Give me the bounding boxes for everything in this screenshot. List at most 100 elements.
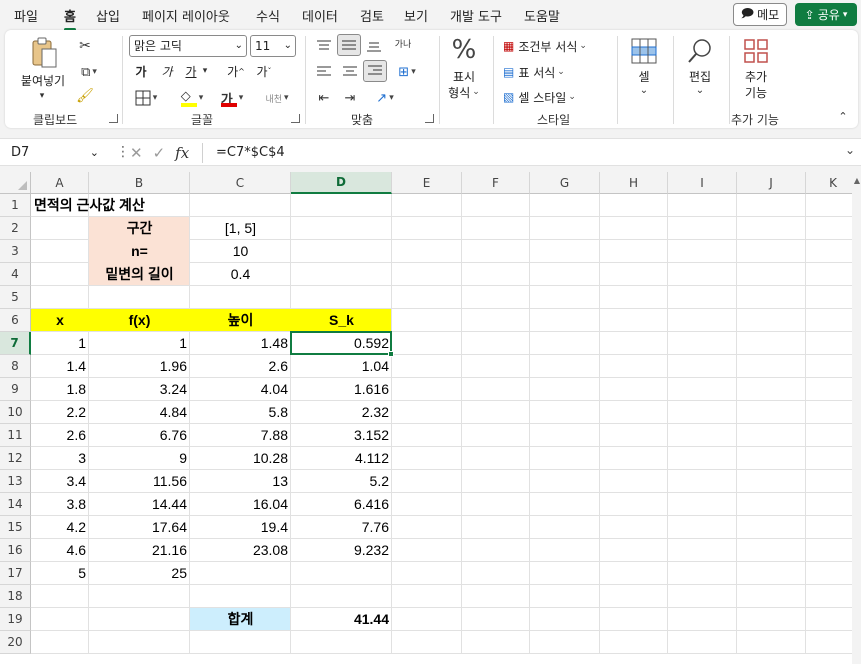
- font-name-select[interactable]: 맑은 고딕 ⌄: [129, 35, 247, 57]
- cells-button[interactable]: 셀: [629, 68, 659, 84]
- row-header-12[interactable]: 12: [0, 447, 31, 470]
- merge-center-icon[interactable]: ⊞ ▾: [391, 62, 423, 82]
- table-cell[interactable]: 9.232: [291, 539, 392, 562]
- tab-developer[interactable]: 개발 도구: [450, 6, 502, 25]
- table-cell[interactable]: 4.84: [89, 401, 190, 424]
- table-cell[interactable]: 5.2: [291, 470, 392, 493]
- table-cell[interactable]: 6.76: [89, 424, 190, 447]
- wrap-text-button[interactable]: 가나: [389, 34, 417, 56]
- increase-indent-icon[interactable]: ⇥: [339, 88, 361, 108]
- table-cell[interactable]: 1.616: [291, 378, 392, 401]
- addins-icon[interactable]: [741, 36, 771, 66]
- table-cell[interactable]: 4.112: [291, 447, 392, 470]
- table-cell[interactable]: 1.4: [31, 355, 89, 378]
- table-header[interactable]: f(x): [89, 309, 190, 332]
- row-header-18[interactable]: 18: [0, 585, 31, 608]
- row-header-3[interactable]: 3: [0, 240, 31, 263]
- align-middle-icon[interactable]: [337, 34, 361, 56]
- number-format-label-1[interactable]: 표시: [447, 68, 481, 84]
- row-header-20[interactable]: 20: [0, 631, 31, 654]
- column-header-g[interactable]: G: [530, 172, 600, 194]
- chevron-down-icon[interactable]: ▾: [199, 62, 211, 80]
- table-cell[interactable]: 7.76: [291, 516, 392, 539]
- param-value[interactable]: 10: [190, 240, 291, 263]
- scroll-up-icon[interactable]: ▲: [854, 176, 860, 185]
- clipboard-launcher-icon[interactable]: [109, 114, 118, 123]
- decrease-indent-icon[interactable]: ⇤: [313, 88, 335, 108]
- row-header-19[interactable]: 19: [0, 608, 31, 631]
- param-label[interactable]: 구간: [89, 217, 190, 240]
- param-value[interactable]: [1, 5]: [190, 217, 291, 240]
- table-cell[interactable]: 3: [31, 447, 89, 470]
- align-left-icon[interactable]: [313, 62, 335, 82]
- table-cell[interactable]: 1: [89, 332, 190, 355]
- select-all-button[interactable]: [0, 172, 31, 194]
- table-cell[interactable]: 3.4: [31, 470, 89, 493]
- tab-help[interactable]: 도움말: [524, 6, 560, 25]
- table-cell[interactable]: 3.8: [31, 493, 89, 516]
- font-color-icon[interactable]: 가 ▾: [215, 88, 249, 108]
- table-cell[interactable]: 1.04: [291, 355, 392, 378]
- column-header-a[interactable]: A: [31, 172, 89, 194]
- format-painter-icon[interactable]: 🖌: [75, 86, 95, 106]
- row-header-4[interactable]: 4: [0, 263, 31, 286]
- table-cell[interactable]: 2.6: [31, 424, 89, 447]
- table-header[interactable]: x: [31, 309, 89, 332]
- table-cell[interactable]: 2.32: [291, 401, 392, 424]
- cut-icon[interactable]: ✂: [75, 36, 95, 56]
- addins-label-1[interactable]: 추가: [739, 68, 773, 84]
- vertical-scrollbar[interactable]: ▲: [852, 172, 861, 664]
- grow-font-button[interactable]: 가 ^: [225, 62, 247, 80]
- param-label[interactable]: n=: [89, 240, 190, 263]
- total-label[interactable]: 합계: [190, 608, 291, 631]
- chevron-down-icon[interactable]: ⌄: [693, 84, 707, 96]
- table-header[interactable]: 높이: [190, 309, 291, 332]
- name-box[interactable]: D7 ⌄: [5, 142, 105, 164]
- table-cell[interactable]: 3.152: [291, 424, 392, 447]
- paste-icon[interactable]: [29, 36, 59, 70]
- row-header-6[interactable]: 6: [0, 309, 31, 332]
- shrink-font-button[interactable]: 가ˇ: [253, 62, 275, 80]
- table-cell[interactable]: 7.88: [190, 424, 291, 447]
- column-header-h[interactable]: H: [600, 172, 668, 194]
- row-header-16[interactable]: 16: [0, 539, 31, 562]
- underline-button[interactable]: 가: [183, 62, 199, 80]
- row-header-13[interactable]: 13: [0, 470, 31, 493]
- param-value[interactable]: 0.4: [190, 263, 291, 286]
- row-header-7[interactable]: 7: [0, 332, 31, 355]
- table-cell[interactable]: 4.6: [31, 539, 89, 562]
- fill-color-icon[interactable]: ◇ ▾: [175, 88, 209, 108]
- tab-home[interactable]: 홈: [64, 6, 76, 31]
- formula-input[interactable]: =C7*$C$4: [216, 143, 285, 163]
- table-cell[interactable]: 1: [31, 332, 89, 355]
- column-header-f[interactable]: F: [462, 172, 530, 194]
- sheet-title[interactable]: 면적의 근사값 계산: [31, 194, 148, 217]
- table-cell[interactable]: 4.2: [31, 516, 89, 539]
- memo-button[interactable]: 🗩 메모: [733, 3, 787, 26]
- table-cell[interactable]: 3.24: [89, 378, 190, 401]
- bold-button[interactable]: 가: [133, 62, 149, 80]
- tab-page-layout[interactable]: 페이지 레이아웃: [142, 6, 230, 25]
- search-icon[interactable]: [685, 36, 715, 66]
- tab-review[interactable]: 검토: [360, 6, 384, 25]
- table-cell[interactable]: 11.56: [89, 470, 190, 493]
- row-header-11[interactable]: 11: [0, 424, 31, 447]
- column-header-d[interactable]: D: [291, 172, 392, 194]
- insert-function-icon[interactable]: fx: [175, 144, 189, 162]
- tab-data[interactable]: 데이터: [302, 6, 338, 25]
- align-right-icon[interactable]: [363, 60, 387, 82]
- table-cell[interactable]: 1.48: [190, 332, 291, 355]
- borders-icon[interactable]: ▾: [131, 88, 161, 108]
- table-cell[interactable]: 21.16: [89, 539, 190, 562]
- table-cell[interactable]: 2.2: [31, 401, 89, 424]
- italic-button[interactable]: 가: [159, 62, 175, 80]
- column-header-c[interactable]: C: [190, 172, 291, 194]
- percent-format-icon[interactable]: %: [447, 34, 481, 66]
- cell-styles-button[interactable]: ▧ 셀 스타일 ⌄: [503, 87, 576, 107]
- align-bottom-icon[interactable]: [363, 36, 385, 56]
- worksheet-grid[interactable]: 면적의 근사값 계산 구간 [1, 5] n= 10 밑변의 길이 0.4 x f(x) 높이 S_…: [0, 172, 861, 664]
- collapse-ribbon-icon[interactable]: ⌃: [835, 108, 851, 124]
- paste-button[interactable]: 붙여넣기: [17, 72, 69, 88]
- align-center-icon[interactable]: [339, 62, 361, 82]
- row-header-5[interactable]: 5: [0, 286, 31, 309]
